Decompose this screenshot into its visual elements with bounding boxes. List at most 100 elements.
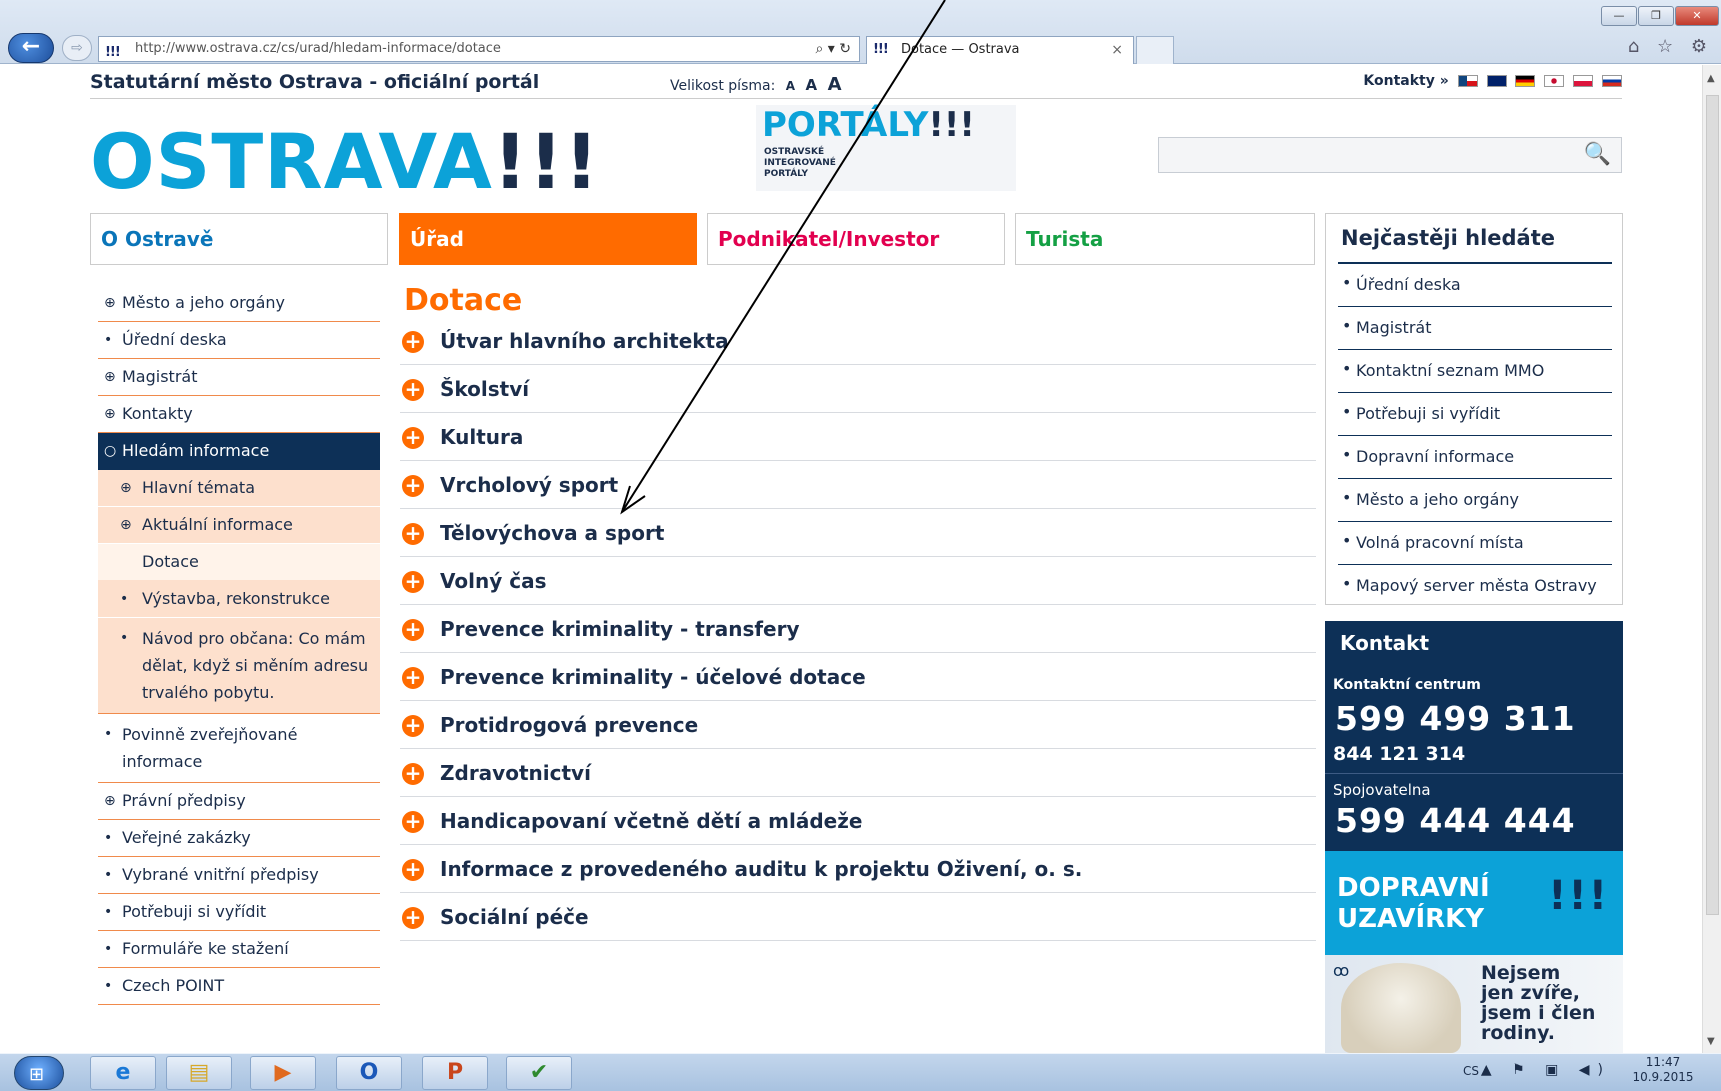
plus-circle-icon: ⊕ [120, 517, 132, 533]
font-size-large[interactable]: A [828, 74, 842, 95]
vertical-scrollbar[interactable]: ▲ ▼ [1702, 65, 1721, 1053]
category-item[interactable]: + Prevence kriminality - účelové dotace [400, 653, 1316, 701]
contact-centre-number-2[interactable]: 844 121 314 [1333, 743, 1465, 765]
category-item[interactable]: + Sociální péče [400, 893, 1316, 941]
tab-dotace[interactable]: !!! Dotace — Ostrava × [866, 36, 1134, 64]
left-submenu-item[interactable]: • Návod pro občana: Co mám dělat, když si… [98, 618, 380, 714]
outlook-icon[interactable]: O [336, 1056, 402, 1090]
korean-flag-icon[interactable] [1544, 75, 1565, 87]
tab-podnikatel[interactable]: Podnikatel/Investor [707, 213, 1005, 265]
left-submenu-item[interactable]: • Výstavba, rekonstrukce [98, 581, 380, 618]
home-favorites-settings-icon[interactable]: ⌂ ☆ ⚙ [1628, 36, 1713, 57]
category-item[interactable]: + Zdravotnictví [400, 749, 1316, 797]
minimize-button[interactable]: — [1601, 6, 1637, 26]
category-item[interactable]: + Volný čas [400, 557, 1316, 605]
tab-turista[interactable]: Turista [1015, 213, 1315, 265]
search-refresh-icon[interactable]: ⌕ ▾ ↻ [816, 37, 852, 61]
scroll-up-icon[interactable]: ▲ [1707, 73, 1715, 84]
tab-close-icon[interactable]: × [1111, 37, 1123, 63]
category-item[interactable]: + Tělovýchova a sport [400, 509, 1316, 557]
language-indicator[interactable]: CS [1463, 1064, 1479, 1078]
frequent-search-link[interactable]: Kontaktní seznam MMO [1338, 350, 1612, 393]
left-menu-item[interactable]: • Úřední deska [98, 322, 380, 359]
maximize-button[interactable]: ❐ [1638, 6, 1674, 26]
category-item[interactable]: + Kultura [400, 413, 1316, 461]
frequent-search-link[interactable]: Magistrát [1338, 307, 1612, 350]
frequent-search-link[interactable]: Volná pracovní místa [1338, 522, 1612, 565]
tab-urad[interactable]: Úřad [399, 213, 697, 265]
clock[interactable]: 11:47 10.9.2015 [1623, 1055, 1703, 1085]
address-bar[interactable]: !!! http://www.ostrava.cz/cs/urad/hledam… [98, 36, 860, 62]
left-submenu-item[interactable]: ⊕ Hlavní témata [98, 470, 380, 507]
polish-flag-icon[interactable] [1573, 75, 1594, 87]
font-size-medium[interactable]: A [806, 76, 818, 94]
contacts-link[interactable]: Kontakty » [1363, 73, 1622, 89]
left-menu-item[interactable]: ⊕ Kontakty [98, 396, 380, 433]
search-input[interactable]: 🔍 [1158, 137, 1622, 173]
font-size-small[interactable]: A [786, 79, 795, 93]
russian-flag-icon[interactable] [1602, 75, 1622, 87]
powerpoint-icon[interactable]: P [422, 1056, 488, 1090]
switchboard-number[interactable]: 599 444 444 [1335, 801, 1576, 840]
taskbar: ⊞ e ▤ ▶ O P ✔ CS ▲ ⚑ ▣ ◀) 11:47 10.9.201… [0, 1053, 1721, 1091]
left-menu-item[interactable]: • Formuláře ke stažení [98, 931, 380, 968]
bullet-icon: • [104, 867, 113, 883]
scroll-down-icon[interactable]: ▼ [1707, 1036, 1715, 1047]
media-player-icon[interactable]: ▶ [250, 1056, 316, 1090]
category-item[interactable]: + Školství [400, 365, 1316, 413]
url-text: http://www.ostrava.cz/cs/urad/hledam-inf… [135, 41, 501, 56]
frequent-search-link[interactable]: Mapový server města Ostravy [1338, 565, 1612, 607]
frequent-search-link[interactable]: Úřední deska [1338, 264, 1612, 307]
paw-logo-icon: ꝏ [1333, 961, 1350, 980]
search-icon[interactable]: 🔍 [1584, 142, 1611, 167]
start-button[interactable]: ⊞ [14, 1056, 64, 1090]
uk-flag-icon[interactable] [1486, 75, 1507, 87]
portaly-logo[interactable]: PORTÁLY!!! OSTRAVSKÉ INTEGROVANÉ PORTÁLY [756, 105, 1016, 191]
left-menu-item[interactable]: • Vybrané vnitřní předpisy [98, 857, 380, 894]
left-menu-item[interactable]: • Czech POINT [98, 968, 380, 1005]
german-flag-icon[interactable] [1515, 75, 1536, 87]
category-item[interactable]: + Informace z provedeného auditu k projek… [400, 845, 1316, 893]
traffic-closures-banner[interactable]: DOPRAVNÍ UZAVÍRKY !!! [1325, 851, 1623, 955]
frequent-search-link[interactable]: Město a jeho orgány [1338, 479, 1612, 522]
pet-banner[interactable]: ꝏ Nejsem jen zvíře, jsem i člen rodiny. [1325, 955, 1623, 1053]
category-item[interactable]: + Prevence kriminality - transfery [400, 605, 1316, 653]
frequent-search-link[interactable]: Potřebuji si vyřídit [1338, 393, 1612, 436]
new-tab-button[interactable] [1136, 36, 1174, 64]
left-menu-item[interactable]: ⊕ Právní předpisy [98, 783, 380, 820]
site-title[interactable]: Statutární město Ostrava - oficiální por… [90, 71, 539, 93]
left-submenu-item[interactable]: ⊕ Aktuální informace [98, 507, 380, 544]
contact-centre-number[interactable]: 599 499 311 [1335, 699, 1576, 738]
bullet-icon: • [104, 941, 113, 957]
contact-divider [1325, 773, 1623, 774]
czech-flag-icon[interactable] [1457, 75, 1478, 87]
tab-o-ostrave[interactable]: O Ostravě [90, 213, 388, 265]
category-item[interactable]: + Handicapovaní včetně dětí a mládeže [400, 797, 1316, 845]
close-window-button[interactable]: ✕ [1675, 6, 1719, 26]
plus-circle-icon: ⊕ [104, 369, 116, 385]
frequent-searches-list: Úřední deskaMagistrátKontaktní seznam MM… [1338, 262, 1612, 607]
scrollbar-thumb[interactable] [1706, 95, 1719, 915]
category-item[interactable]: + Útvar hlavního architekta [400, 317, 1316, 365]
pet-line2: jen zvíře, [1481, 982, 1580, 1004]
plus-circle-icon: + [402, 619, 424, 641]
clock-date: 10.9.2015 [1632, 1070, 1694, 1084]
file-explorer-icon[interactable]: ▤ [166, 1056, 232, 1090]
internet-explorer-icon[interactable]: e [90, 1056, 156, 1090]
tray-icons[interactable]: ▲ ⚑ ▣ ◀) [1481, 1062, 1611, 1078]
category-item[interactable]: + Protidrogová prevence [400, 701, 1316, 749]
left-menu-item[interactable]: • Veřejné zakázky [98, 820, 380, 857]
app-checkmark-icon[interactable]: ✔ [506, 1056, 572, 1090]
left-submenu-item-selected[interactable]: Dotace [98, 544, 380, 581]
left-menu-item[interactable]: • Povinně zveřejňované informace [98, 714, 380, 783]
ostrava-logo[interactable]: OSTRAVA!!! [90, 117, 600, 206]
category-item[interactable]: + Vrcholový sport [400, 461, 1316, 509]
frequent-search-link[interactable]: Dopravní informace [1338, 436, 1612, 479]
back-button[interactable]: ← [8, 33, 54, 63]
left-menu-item[interactable]: ⊕ Magistrát [98, 359, 380, 396]
forward-button[interactable]: ⇨ [62, 35, 92, 61]
menu-label: Návod pro občana: Co mám dělat, když si … [142, 629, 369, 702]
left-menu-item-active[interactable]: ○ Hledám informace [98, 433, 380, 470]
left-menu-item[interactable]: • Potřebuji si vyřídit [98, 894, 380, 931]
left-menu-item[interactable]: ⊕ Město a jeho orgány [98, 285, 380, 322]
